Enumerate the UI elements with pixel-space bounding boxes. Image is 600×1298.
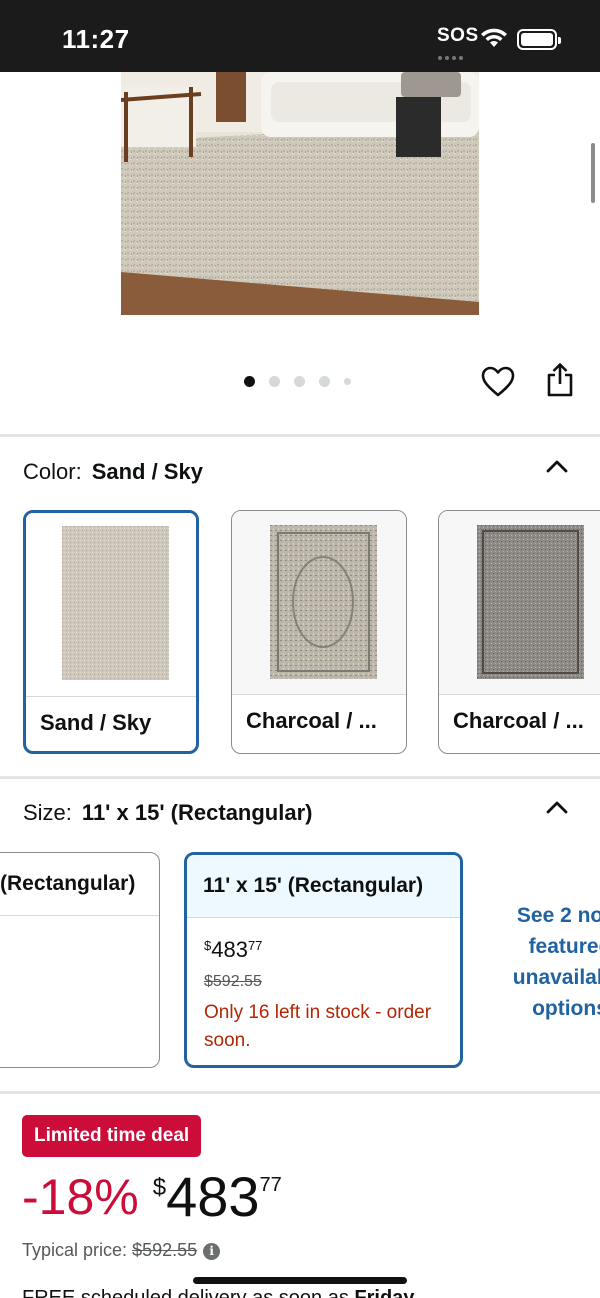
color-option-label: Sand / Sky xyxy=(40,710,152,735)
size-label-text: Size: xyxy=(23,800,72,825)
heart-icon[interactable] xyxy=(481,366,515,398)
size-option-11x15[interactable]: 11' x 15' (Rectangular) $48377 $592.55 O… xyxy=(184,852,463,1068)
color-option-sand-sky[interactable]: Sand / Sky xyxy=(23,510,199,754)
rug-thumbnail xyxy=(62,526,169,680)
rug-thumbnail xyxy=(477,525,584,679)
size-option-previous[interactable]: (Rectangular) xyxy=(0,852,160,1068)
size-label: Size: 11' x 15' (Rectangular) xyxy=(23,800,312,826)
chevron-up-icon[interactable] xyxy=(545,458,569,474)
pager-dot[interactable] xyxy=(269,376,280,387)
rug-room-photo xyxy=(121,72,479,315)
product-image[interactable] xyxy=(121,72,479,315)
color-selected-value: Sand / Sky xyxy=(91,459,203,484)
scroll-indicator[interactable] xyxy=(591,143,595,203)
color-option-label: Charcoal / ... xyxy=(453,708,584,733)
price-fraction: 77 xyxy=(259,1174,282,1196)
color-option-charcoal-2[interactable]: Charcoal / ... xyxy=(438,510,600,754)
limited-deal-badge: Limited time deal xyxy=(22,1115,202,1157)
pager-dot[interactable] xyxy=(319,376,330,387)
typical-price: Typical price: $592.55 i xyxy=(22,1240,221,1261)
status-bar: 11:27 SOS xyxy=(0,0,600,72)
divider xyxy=(0,434,600,437)
battery-icon xyxy=(517,29,561,50)
delivery-info: FREE scheduled delivery as soon as Frida… xyxy=(22,1287,415,1298)
discount-percent: -18% xyxy=(22,1169,139,1225)
color-option-charcoal-1[interactable]: Charcoal / ... xyxy=(231,510,407,754)
color-option-label: Charcoal / ... xyxy=(246,708,377,733)
sos-dots xyxy=(438,47,468,60)
see-unavailable-options-link[interactable]: See 2 non-featured unavailable options xyxy=(500,900,600,1024)
pager-dot[interactable] xyxy=(244,376,255,387)
size-option-price: $48377 xyxy=(204,937,263,962)
chevron-up-icon[interactable] xyxy=(545,799,569,815)
share-icon[interactable] xyxy=(545,362,575,398)
home-indicator[interactable] xyxy=(193,1277,407,1284)
pager-dot[interactable] xyxy=(344,378,351,385)
divider xyxy=(0,1091,600,1094)
stock-warning: Only 16 left in stock - order soon. xyxy=(204,1002,432,1051)
color-label: Color: Sand / Sky xyxy=(23,459,203,485)
status-time: 11:27 xyxy=(62,24,130,54)
divider xyxy=(0,776,600,779)
size-selected-value: 11' x 15' (Rectangular) xyxy=(81,800,313,825)
pager-dot[interactable] xyxy=(294,376,305,387)
size-option-list-price: $592.55 xyxy=(204,973,262,990)
size-option-title: 11' x 15' (Rectangular) xyxy=(203,874,424,897)
size-option-title: (Rectangular) xyxy=(0,872,136,895)
wifi-icon xyxy=(481,28,507,47)
deal-price: -18% $48377 xyxy=(22,1165,282,1228)
price-whole: 483 xyxy=(166,1165,260,1228)
sos-indicator: SOS xyxy=(437,25,479,46)
info-icon[interactable]: i xyxy=(203,1242,221,1260)
color-label-text: Color: xyxy=(23,459,82,484)
rug-thumbnail xyxy=(270,525,377,679)
